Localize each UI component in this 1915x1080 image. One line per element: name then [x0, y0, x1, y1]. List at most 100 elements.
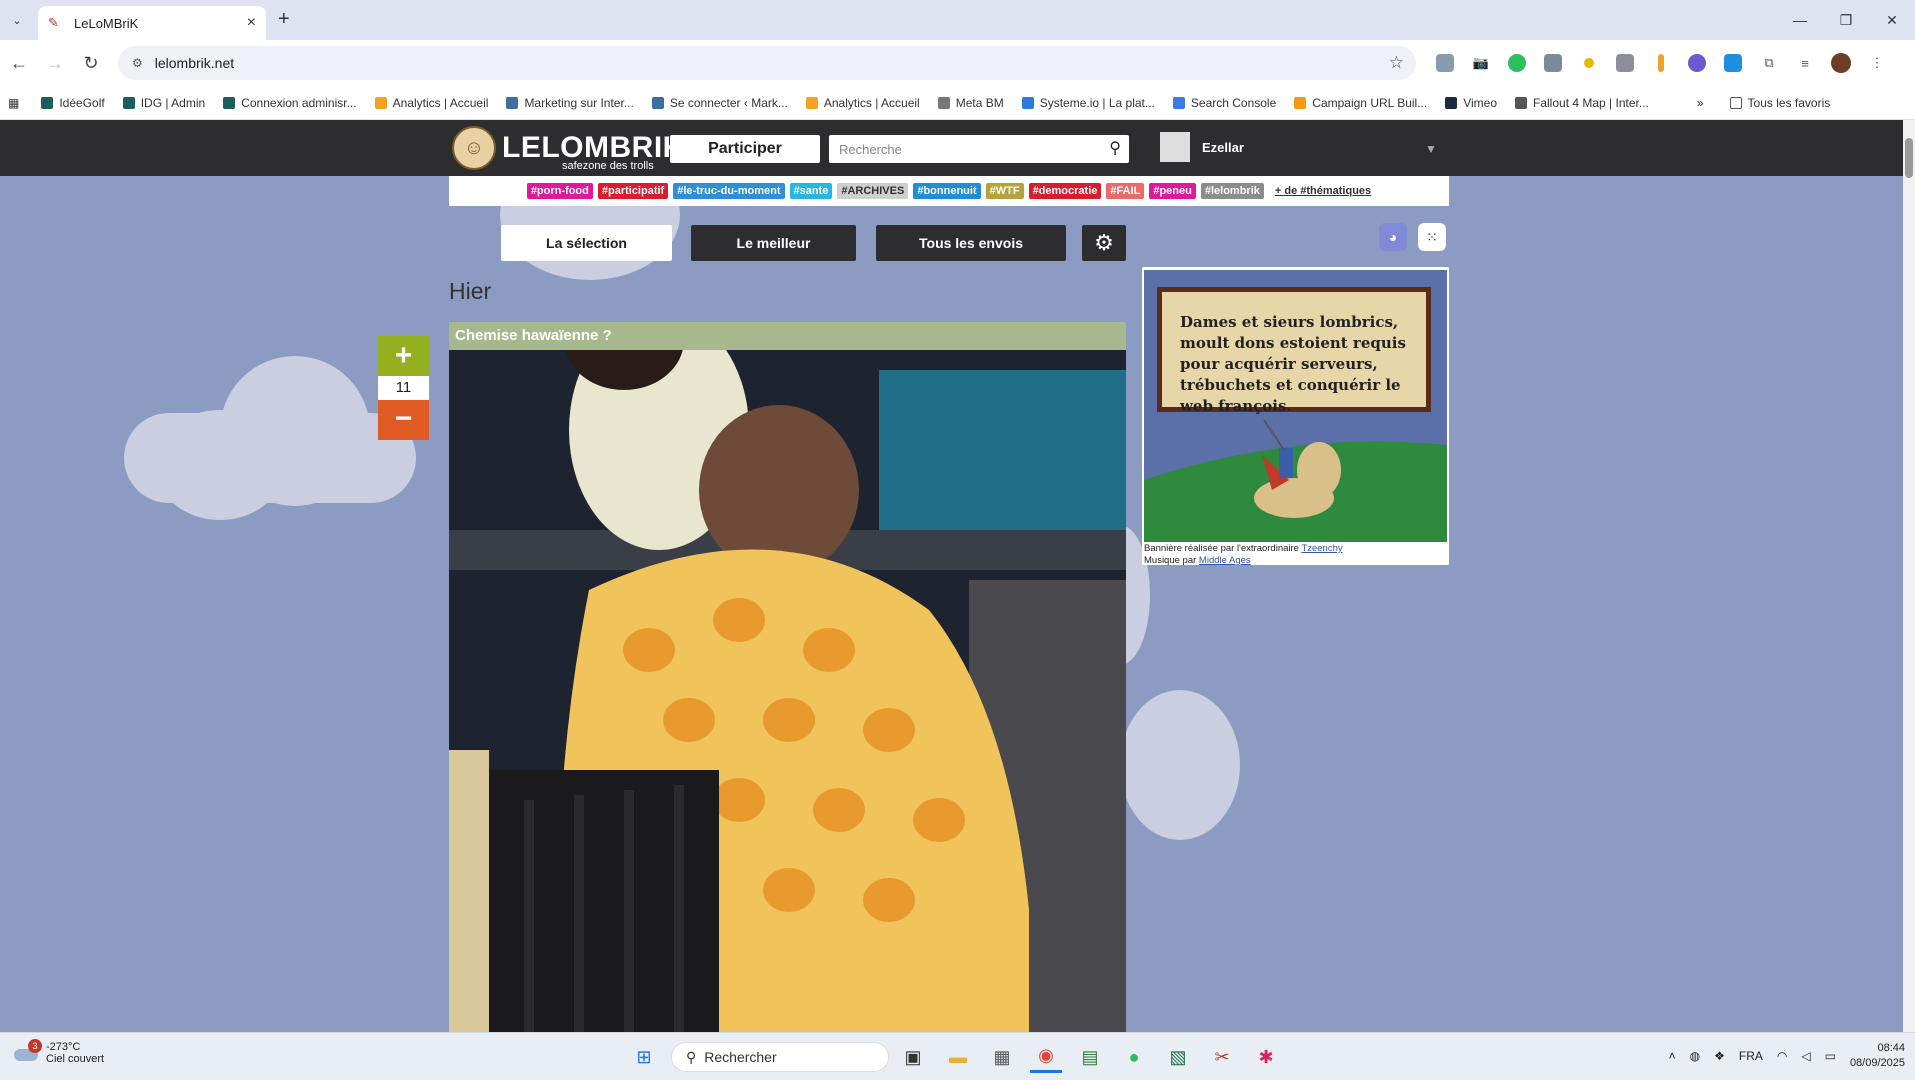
bookmark-item[interactable]: Connexion adminisr... [223, 96, 357, 110]
bookmark-item[interactable]: Search Console [1172, 96, 1276, 110]
taskbar-search[interactable]: ⚲ Rechercher [671, 1042, 889, 1072]
bookmark-item[interactable]: Analytics | Accueil [374, 96, 488, 110]
slack-icon[interactable]: ✱ [1250, 1041, 1282, 1073]
bookmark-item[interactable]: Vimeo [1445, 96, 1497, 110]
bookmark-item[interactable]: Analytics | Accueil [805, 96, 920, 110]
tag-link[interactable]: #ARCHIVES [837, 183, 909, 199]
tag-link[interactable]: #FAIL [1106, 183, 1145, 199]
weather-widget[interactable]: 3 -273°C Ciel couvert [14, 1039, 104, 1065]
post-title[interactable]: Chemise hawaïenne ? [449, 322, 1126, 350]
extension-warning-icon[interactable] [1574, 48, 1604, 78]
banner-illustration[interactable]: Dames et sieurs lombrics, moult dons est… [1144, 270, 1447, 542]
extension-m-icon[interactable] [1718, 48, 1748, 78]
tab-all-posts[interactable]: Tous les envois [876, 225, 1066, 261]
tag-link[interactable]: #WTF [985, 183, 1024, 199]
browser-menu-icon[interactable]: ⋮ [1862, 48, 1892, 78]
task-view-icon[interactable]: ▣ [897, 1041, 929, 1073]
media-control-icon[interactable]: ≡ [1790, 48, 1820, 78]
post-image[interactable] [449, 350, 1126, 1032]
all-bookmarks-folder[interactable]: Tous les favoris [1729, 96, 1830, 110]
language-indicator[interactable]: FRA [1739, 1049, 1763, 1063]
bookmark-item[interactable]: IdéeGolf [41, 96, 105, 110]
bookmark-item[interactable]: Campaign URL Buil... [1294, 96, 1427, 110]
artist-link[interactable]: Tzeenchy [1301, 543, 1342, 554]
snipping-tool-icon[interactable]: ✂ [1206, 1041, 1238, 1073]
calculator-icon[interactable]: ▦ [986, 1041, 1018, 1073]
logo-name: LELOMBRIK [502, 131, 685, 164]
tab-best[interactable]: Le meilleur [691, 225, 856, 261]
tag-link[interactable]: #porn-food [526, 183, 593, 199]
wifi-icon[interactable]: ◠ [1777, 1049, 1787, 1063]
page-scrollbar[interactable] [1903, 120, 1915, 1032]
bookmark-item[interactable]: Se connecter ‹ Mark... [651, 96, 788, 110]
tag-link[interactable]: #sante [789, 183, 833, 199]
profile-avatar[interactable] [1826, 48, 1856, 78]
clock[interactable]: 08:44 08/09/2025 [1850, 1041, 1905, 1071]
bookmark-favicon-icon [374, 96, 387, 109]
tag-link[interactable]: #democratie [1028, 183, 1102, 199]
evernote-icon[interactable]: ● [1118, 1041, 1150, 1073]
more-tags-link[interactable]: + de #thématiques [1275, 185, 1371, 197]
gear-icon[interactable]: ⚙ [1082, 225, 1126, 261]
tag-link[interactable]: #peneu [1149, 183, 1196, 199]
forward-icon[interactable]: → [38, 46, 72, 80]
extension-gear-icon[interactable] [1682, 48, 1712, 78]
bookmark-item[interactable]: IDG | Admin [122, 96, 205, 110]
more-bookmarks-icon[interactable]: » [1697, 96, 1704, 110]
extension-devtools-icon[interactable] [1430, 48, 1460, 78]
site-logo[interactable]: ☺ LELOMBRIK safezone des trolls [452, 126, 685, 172]
site-info-icon[interactable]: ⚙ [132, 56, 143, 70]
battery-icon[interactable]: ▭ [1825, 1049, 1836, 1063]
chrome-icon[interactable]: ◉ [1030, 1041, 1062, 1073]
user-menu[interactable]: Ezellar [1160, 132, 1244, 162]
close-window-icon[interactable]: ✕ [1869, 0, 1915, 40]
extension-evernote-icon[interactable] [1502, 48, 1532, 78]
bookmark-item[interactable]: Marketing sur Inter... [506, 96, 634, 110]
tag-link[interactable]: #le-truc-du-moment [673, 183, 785, 199]
bookmark-favicon-icon [41, 96, 54, 109]
participer-button[interactable]: Participer [670, 135, 820, 163]
minimize-icon[interactable]: — [1777, 0, 1823, 40]
site-search-input[interactable]: Recherche ⚲ [829, 135, 1129, 163]
file-explorer-icon[interactable]: ▬ [942, 1041, 974, 1073]
close-tab-icon[interactable]: × [247, 14, 256, 32]
music-link[interactable]: Middle Ages [1199, 555, 1251, 566]
folder-icon [937, 96, 950, 109]
browser-tab[interactable]: ✎ LeLoMBriK × [38, 6, 266, 40]
bookmark-item[interactable]: Systeme.io | La plat... [1021, 96, 1155, 110]
apps-grid-icon[interactable]: ▦ [8, 96, 19, 110]
reload-icon[interactable]: ↻ [74, 46, 108, 80]
tab-selection[interactable]: La sélection [501, 225, 672, 261]
volume-icon[interactable]: ◁ [1801, 1049, 1810, 1063]
chevron-down-icon[interactable]: ▼ [1425, 142, 1437, 156]
tag-link[interactable]: #bonnenuit [913, 183, 981, 199]
bookmark-star-icon[interactable]: ☆ [1389, 53, 1404, 73]
search-icon[interactable]: ⚲ [1109, 138, 1121, 158]
back-icon[interactable]: ← [2, 46, 36, 80]
address-bar[interactable]: ⚙ lelombrik.net ☆ [118, 46, 1416, 80]
excel-icon[interactable]: ▧ [1162, 1041, 1194, 1073]
extension-b-icon[interactable] [1610, 48, 1640, 78]
random-dice-icon[interactable]: ⁙ [1418, 223, 1446, 251]
tag-link[interactable]: #lelombrik [1200, 183, 1264, 199]
scrollbar-thumb[interactable] [1905, 138, 1913, 178]
restore-icon[interactable]: ❐ [1823, 0, 1869, 40]
security-icon[interactable]: ◍ [1690, 1049, 1700, 1063]
upvote-button[interactable]: + [378, 336, 429, 376]
discord-icon[interactable]: ◕ [1379, 223, 1407, 251]
tag-link[interactable]: #participatif [597, 183, 669, 199]
dropbox-icon[interactable]: ❖ [1714, 1049, 1725, 1063]
tab-search-dropdown[interactable]: ⌄ [6, 10, 28, 32]
bookmark-item[interactable]: Fallout 4 Map | Inter... [1515, 96, 1649, 110]
new-tab-icon[interactable]: + [278, 8, 290, 31]
downvote-button[interactable]: − [378, 400, 429, 440]
extension-pen-icon[interactable] [1646, 48, 1676, 78]
chevron-up-icon[interactable]: ˄ [1669, 1049, 1676, 1063]
extensions-puzzle-icon[interactable]: ⧉ [1754, 48, 1784, 78]
tab-strip: ⌄ ✎ LeLoMBriK × + — ❐ ✕ [0, 0, 1915, 40]
extension-camera-icon[interactable]: 📷 [1466, 48, 1496, 78]
windows-start-icon[interactable]: ⊞ [628, 1041, 660, 1073]
bookmark-folder[interactable]: Meta BM [937, 96, 1004, 110]
extension-grid-icon[interactable] [1538, 48, 1568, 78]
sheets-icon[interactable]: ▤ [1074, 1041, 1106, 1073]
